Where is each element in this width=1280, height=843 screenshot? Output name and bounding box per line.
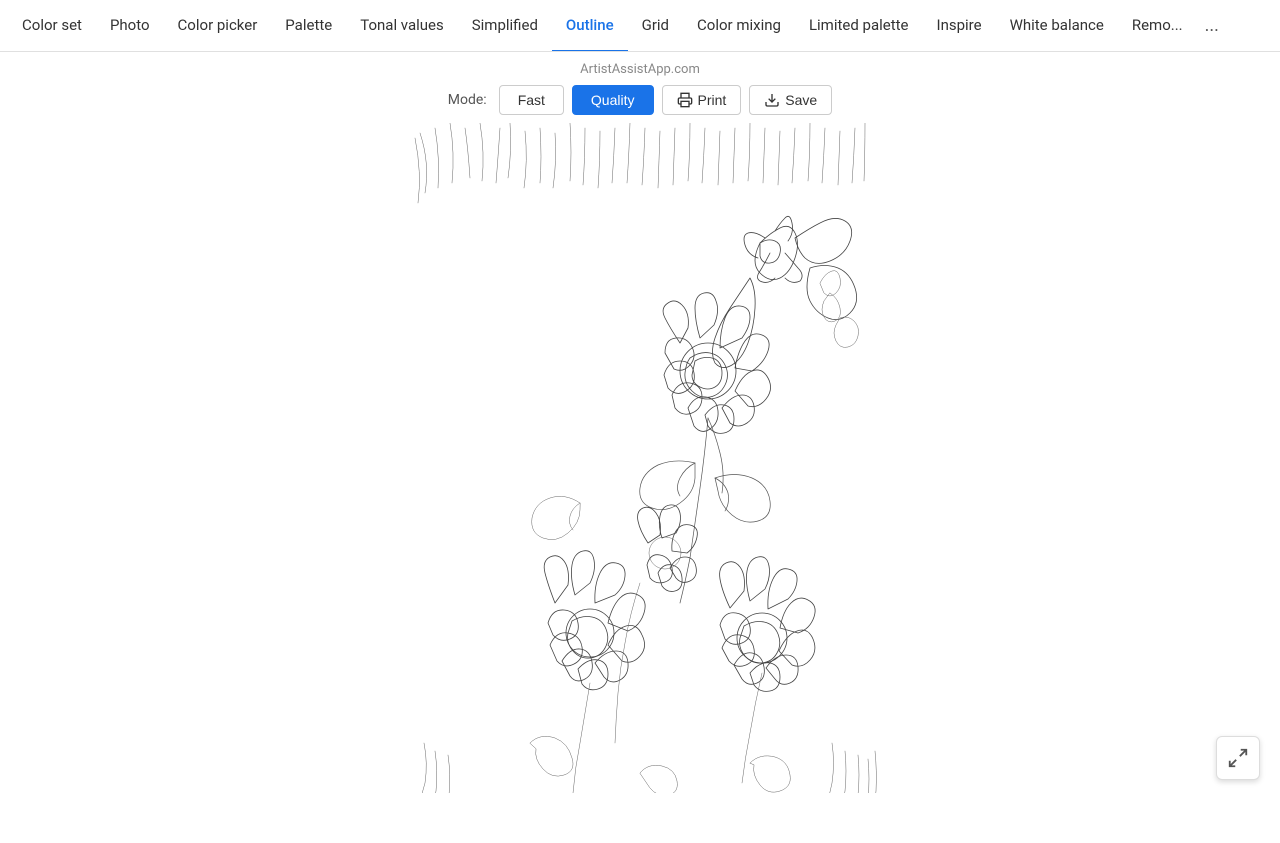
- nav-item-limited-palette[interactable]: Limited palette: [795, 0, 923, 52]
- save-label: Save: [785, 92, 817, 108]
- mode-label: Mode:: [448, 92, 487, 108]
- toolbar: ArtistAssistApp.com Mode: Fast Quality P…: [0, 52, 1280, 123]
- outline-drawing: .sketch { fill: none; stroke: #444; stro…: [400, 123, 880, 793]
- print-label: Print: [698, 92, 727, 108]
- nav-more-button[interactable]: ...: [1197, 0, 1227, 52]
- nav-item-inspire[interactable]: Inspire: [922, 0, 995, 52]
- app-url: ArtistAssistApp.com: [580, 62, 700, 77]
- nav-item-remove[interactable]: Remo...: [1118, 0, 1197, 52]
- nav-item-tonal-values[interactable]: Tonal values: [346, 0, 458, 52]
- nav-item-outline[interactable]: Outline: [552, 0, 628, 52]
- nav-item-simplified[interactable]: Simplified: [458, 0, 552, 52]
- save-button[interactable]: Save: [749, 85, 832, 115]
- nav-item-white-balance[interactable]: White balance: [996, 0, 1118, 52]
- print-icon: [677, 92, 693, 108]
- nav-item-color-mixing[interactable]: Color mixing: [683, 0, 795, 52]
- main-content: .sketch { fill: none; stroke: #444; stro…: [0, 123, 1280, 843]
- nav-item-grid[interactable]: Grid: [628, 0, 683, 52]
- nav-item-color-picker[interactable]: Color picker: [164, 0, 272, 52]
- nav-bar: Color set Photo Color picker Palette Ton…: [0, 0, 1280, 52]
- nav-item-palette[interactable]: Palette: [271, 0, 346, 52]
- mode-row: Mode: Fast Quality Print Save: [448, 85, 832, 115]
- print-button[interactable]: Print: [662, 85, 742, 115]
- nav-item-color-set[interactable]: Color set: [8, 0, 96, 52]
- nav-item-photo[interactable]: Photo: [96, 0, 164, 52]
- fast-button[interactable]: Fast: [499, 85, 564, 115]
- outline-image-container: .sketch { fill: none; stroke: #444; stro…: [400, 123, 880, 793]
- fullscreen-button[interactable]: [1216, 736, 1260, 780]
- quality-button[interactable]: Quality: [572, 85, 654, 115]
- save-icon: [764, 92, 780, 108]
- fullscreen-icon: [1227, 747, 1249, 769]
